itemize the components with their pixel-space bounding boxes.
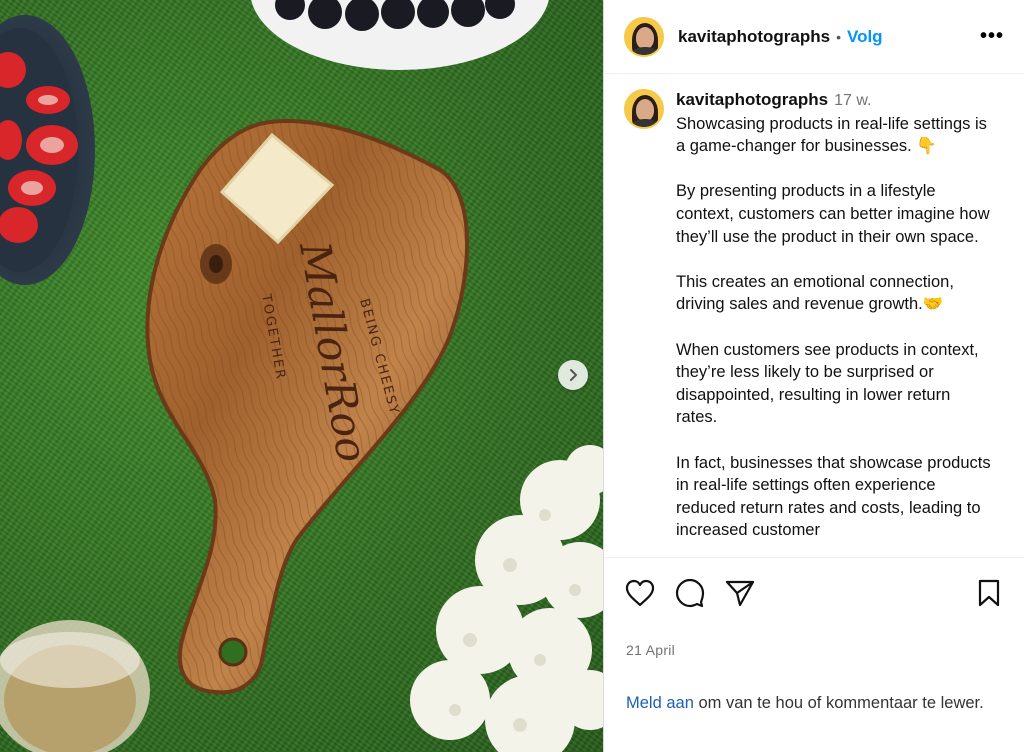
caption-username[interactable]: kavitaphotographs xyxy=(676,90,828,109)
next-image-button[interactable] xyxy=(558,360,588,390)
separator-dot: • xyxy=(836,28,841,45)
heart-icon xyxy=(625,579,655,606)
login-prompt: Meld aan om van te hou of kommentaar te … xyxy=(626,692,986,715)
caption-text: Showcasing products in real-life setting… xyxy=(676,114,991,540)
post-image[interactable]: MallorRoo TOGETHER BEING CHEESY xyxy=(0,0,603,752)
chevron-right-icon xyxy=(570,369,577,381)
grape-plate xyxy=(251,0,549,70)
post-header: kavitaphotographs • Volg ••• xyxy=(604,0,1024,74)
save-button[interactable] xyxy=(973,577,1005,609)
action-bar xyxy=(604,557,1024,627)
share-button[interactable] xyxy=(724,577,756,609)
post-date[interactable]: 21 April xyxy=(626,642,675,658)
comment-icon xyxy=(675,578,705,607)
drink-glass xyxy=(0,620,150,752)
more-options-button[interactable]: ••• xyxy=(980,25,1004,48)
post-detail-panel: kavitaphotographs • Volg ••• kavitaphoto… xyxy=(603,0,1024,752)
follow-button[interactable]: Volg xyxy=(847,27,883,47)
white-flowers xyxy=(410,445,603,752)
login-link[interactable]: Meld aan xyxy=(626,694,694,712)
login-prompt-text: om van te hou of kommentaar te lewer. xyxy=(693,694,984,712)
caption-body: kavitaphotographs 17 w. Showcasing produc… xyxy=(676,89,996,557)
photo-scene: MallorRoo TOGETHER BEING CHEESY xyxy=(0,0,603,752)
send-icon xyxy=(725,580,755,606)
comment-button[interactable] xyxy=(674,577,706,609)
username-link[interactable]: kavitaphotographs xyxy=(678,27,830,47)
bookmark-icon xyxy=(978,579,1000,606)
avatar[interactable] xyxy=(624,16,664,57)
like-button[interactable] xyxy=(624,577,656,609)
caption-timestamp[interactable]: 17 w. xyxy=(834,92,871,109)
caption-section[interactable]: kavitaphotographs 17 w. Showcasing produc… xyxy=(604,75,1024,557)
caption-avatar[interactable] xyxy=(624,89,664,129)
strawberry-bowl xyxy=(0,15,95,285)
